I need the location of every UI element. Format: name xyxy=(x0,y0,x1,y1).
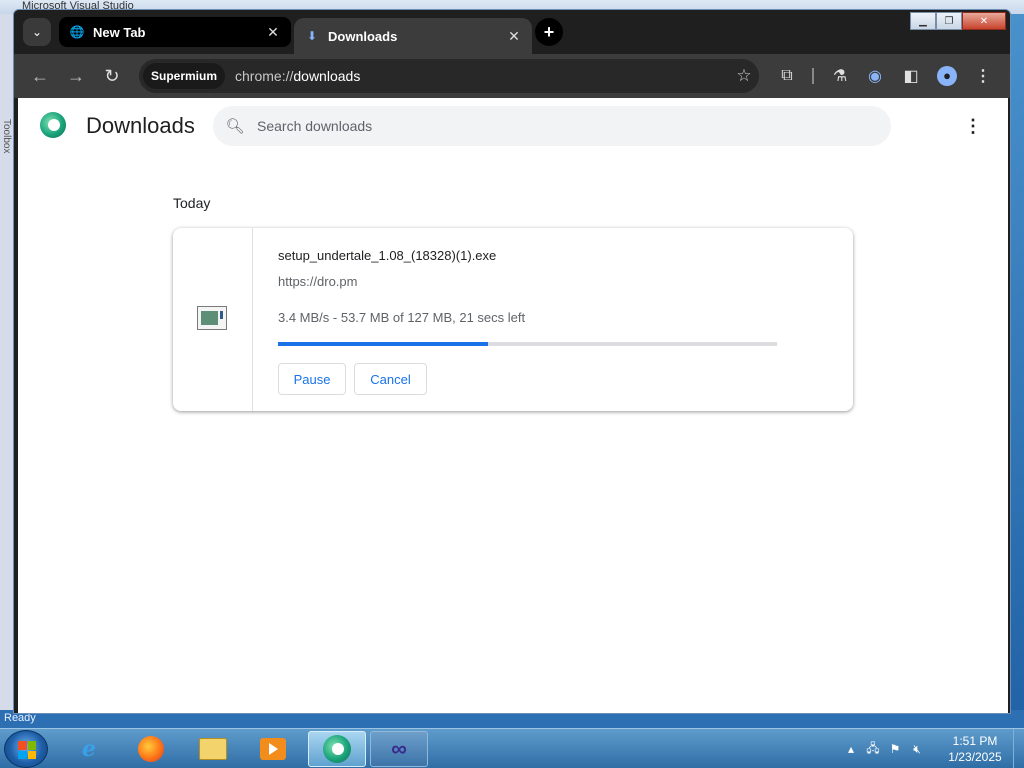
toolbar-separator xyxy=(812,68,814,84)
bookmark-star-icon[interactable]: ☆ xyxy=(729,66,759,86)
firefox-icon xyxy=(138,736,164,762)
profile-avatar-icon[interactable]: ● xyxy=(936,65,958,87)
clock-time: 1:51 PM xyxy=(952,734,998,748)
taskbar-file-explorer[interactable] xyxy=(184,731,242,767)
download-progress-fill xyxy=(278,342,488,346)
tab-search-button[interactable]: ⌄ xyxy=(23,18,51,46)
taskbar-media-player[interactable] xyxy=(244,731,302,767)
tab-strip: ⌄ 🌐 New Tab ✕ ⬇ Downloads ✕ + ▁ ❐ ✕ xyxy=(14,10,1010,54)
more-actions-icon[interactable]: ⋮ xyxy=(963,114,983,138)
show-hidden-icons-icon[interactable]: ▴ xyxy=(840,742,862,756)
new-tab-button[interactable]: + xyxy=(535,18,563,46)
close-window-button[interactable]: ✕ xyxy=(962,12,1006,30)
download-icon: ⬇ xyxy=(306,29,318,43)
windows-logo-icon xyxy=(18,741,36,759)
search-downloads-box[interactable]: 🔍︎ xyxy=(213,106,891,146)
supermium-logo-icon xyxy=(40,112,66,138)
taskbar-visual-studio[interactable]: ∞ xyxy=(370,731,428,767)
chevron-down-icon: ⌄ xyxy=(31,25,43,39)
download-progress-icon[interactable]: ◉ xyxy=(864,65,886,87)
globe-icon: 🌐 xyxy=(69,25,85,39)
url-host: downloads xyxy=(293,68,361,84)
forward-button[interactable]: → xyxy=(64,64,88,88)
tab-new-tab[interactable]: 🌐 New Tab ✕ xyxy=(59,17,291,47)
restore-button[interactable]: ❐ xyxy=(936,12,962,30)
taskbar: e ∞ ▴ 🖧︎ ⚑ 🔇︎ 1:51 PM 1/23/2025 xyxy=(0,728,1024,768)
url-scheme: chrome:// xyxy=(235,68,294,84)
close-tab-icon[interactable]: ✕ xyxy=(506,28,522,45)
browser-window: ⌄ 🌐 New Tab ✕ ⬇ Downloads ✕ + ▁ ❐ ✕ ← → … xyxy=(13,9,1011,714)
taskbar-firefox[interactable] xyxy=(122,731,180,767)
reload-button[interactable]: ↻ xyxy=(100,64,124,88)
side-panel-icon[interactable]: ◧ xyxy=(900,65,922,87)
network-icon[interactable]: 🖧︎ xyxy=(862,739,884,760)
cancel-button[interactable]: Cancel xyxy=(354,363,427,395)
search-input[interactable] xyxy=(257,118,857,134)
site-chip[interactable]: Supermium xyxy=(143,63,226,89)
executable-file-icon xyxy=(197,306,227,330)
close-tab-icon[interactable]: ✕ xyxy=(265,24,281,41)
folder-icon xyxy=(199,738,227,760)
kebab-menu-icon[interactable]: ⋮ xyxy=(972,65,994,87)
supermium-icon xyxy=(323,735,351,763)
source-url[interactable]: https://dro.pm xyxy=(278,274,357,289)
extensions-icon[interactable]: ⧉ xyxy=(776,65,798,87)
clock-date: 1/23/2025 xyxy=(948,750,1002,764)
downloads-page: Downloads 🔍︎ ⋮ Today setup_undertale_1.0… xyxy=(18,98,1008,713)
page-title: Downloads xyxy=(86,113,195,138)
plus-icon: + xyxy=(543,21,555,42)
labs-flask-icon[interactable]: ⚗ xyxy=(829,65,851,87)
show-desktop-button[interactable] xyxy=(1013,729,1024,768)
pause-button[interactable]: Pause xyxy=(278,363,346,395)
background-app-sidebar: Toolbox xyxy=(0,14,14,714)
download-item-card: setup_undertale_1.08_(18328)(1).exe http… xyxy=(173,228,853,411)
tab-label: Downloads xyxy=(328,28,398,44)
arrow-left-icon: ← xyxy=(31,65,49,86)
volume-muted-icon[interactable]: 🔇︎ xyxy=(906,742,928,757)
reload-icon: ↻ xyxy=(104,65,120,86)
file-icon-column xyxy=(173,228,253,411)
download-progress-bar xyxy=(278,342,777,346)
tab-downloads[interactable]: ⬇ Downloads ✕ xyxy=(294,18,532,54)
window-controls: ▁ ❐ ✕ xyxy=(910,12,1006,30)
action-center-flag-icon[interactable]: ⚑ xyxy=(884,742,906,756)
media-player-icon xyxy=(260,738,286,760)
address-bar[interactable]: Supermium chrome://downloads ☆ xyxy=(139,59,759,93)
internet-explorer-icon: e xyxy=(82,736,96,762)
minimize-button[interactable]: ▁ xyxy=(910,12,936,30)
taskbar-supermium[interactable] xyxy=(308,731,366,767)
start-button[interactable] xyxy=(4,730,48,768)
url-text[interactable]: chrome://downloads xyxy=(235,68,729,84)
clock[interactable]: 1:51 PM 1/23/2025 xyxy=(940,733,1010,765)
tab-label: New Tab xyxy=(93,24,146,40)
arrow-right-icon: → xyxy=(67,65,85,86)
search-icon: 🔍︎ xyxy=(225,118,245,135)
taskbar-internet-explorer[interactable]: e xyxy=(60,731,118,767)
date-heading: Today xyxy=(173,195,211,211)
file-name[interactable]: setup_undertale_1.08_(18328)(1).exe xyxy=(278,248,496,263)
back-button[interactable]: ← xyxy=(28,64,52,88)
visual-studio-icon: ∞ xyxy=(391,736,407,761)
download-status-text: 3.4 MB/s - 53.7 MB of 127 MB, 21 secs le… xyxy=(278,310,526,325)
background-app-toolbox-label: Toolbox xyxy=(1,119,12,154)
browser-toolbar: ← → ↻ Supermium chrome://downloads ☆ ⧉ ⚗… xyxy=(14,54,1010,98)
